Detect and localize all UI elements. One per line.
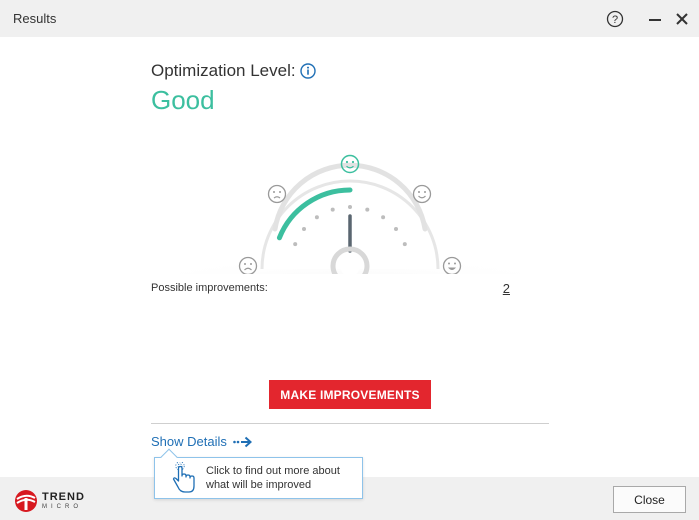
- results-panel: Optimization Level: Good Possible improv…: [0, 37, 699, 477]
- brand-name-line2: MICRO: [42, 504, 82, 510]
- close-x-icon: [676, 13, 688, 25]
- dotted-arrow-right-icon: [233, 436, 252, 447]
- brand-name-line1: TREND: [42, 491, 85, 503]
- show-details-link[interactable]: Show Details: [151, 434, 253, 449]
- optimization-level-label: Optimization Level:: [151, 61, 316, 81]
- window-title: Results: [13, 11, 57, 26]
- gauge-tick-dot: [381, 215, 386, 220]
- question-circle-icon: ?: [606, 10, 624, 28]
- window-close-button[interactable]: [671, 8, 693, 30]
- show-details-tooltip: Click to find out more about what will b…: [154, 448, 363, 499]
- show-details-text: Show Details: [151, 434, 227, 449]
- make-improvements-button[interactable]: MAKE IMPROVEMENTS: [269, 380, 431, 409]
- sad-face-icon: [267, 184, 287, 204]
- possible-improvements-row: Possible improvements: 2: [151, 281, 511, 296]
- optimization-level-text: Optimization Level:: [151, 61, 296, 80]
- gauge-tick-dot: [394, 227, 398, 231]
- gauge-tick-dot: [302, 227, 306, 231]
- divider: [151, 423, 549, 424]
- title-bar: Results ?: [0, 0, 699, 37]
- svg-text:?: ?: [612, 14, 618, 26]
- pointing-hand-icon: [172, 462, 195, 493]
- possible-improvements-count[interactable]: 2: [503, 281, 510, 296]
- trend-micro-logo: TREND MICRO: [14, 489, 85, 513]
- minimize-icon: [649, 19, 661, 21]
- close-button[interactable]: Close: [613, 486, 686, 513]
- possible-improvements-label: Possible improvements:: [151, 282, 268, 294]
- happy-face-icon: [412, 184, 432, 204]
- tooltip-line-2: what will be improved: [206, 479, 312, 491]
- gauge-tick-dot: [293, 242, 298, 247]
- tooltip-text: Click to find out more about what will b…: [206, 464, 340, 492]
- gauge-tick-dot: [402, 242, 407, 247]
- help-button[interactable]: ?: [604, 8, 626, 30]
- gauge-tick-dot: [330, 207, 335, 212]
- gauge-tick-dot: [348, 205, 352, 209]
- optimization-gauge: [150, 154, 550, 274]
- tooltip-line-1: Click to find out more about: [206, 465, 340, 477]
- info-circle-icon[interactable]: [299, 63, 316, 79]
- gauge-tick-dot: [365, 207, 370, 212]
- trend-micro-logo-icon: [15, 490, 37, 512]
- gauge-tick-dot: [314, 215, 319, 220]
- minimize-button[interactable]: [644, 8, 666, 30]
